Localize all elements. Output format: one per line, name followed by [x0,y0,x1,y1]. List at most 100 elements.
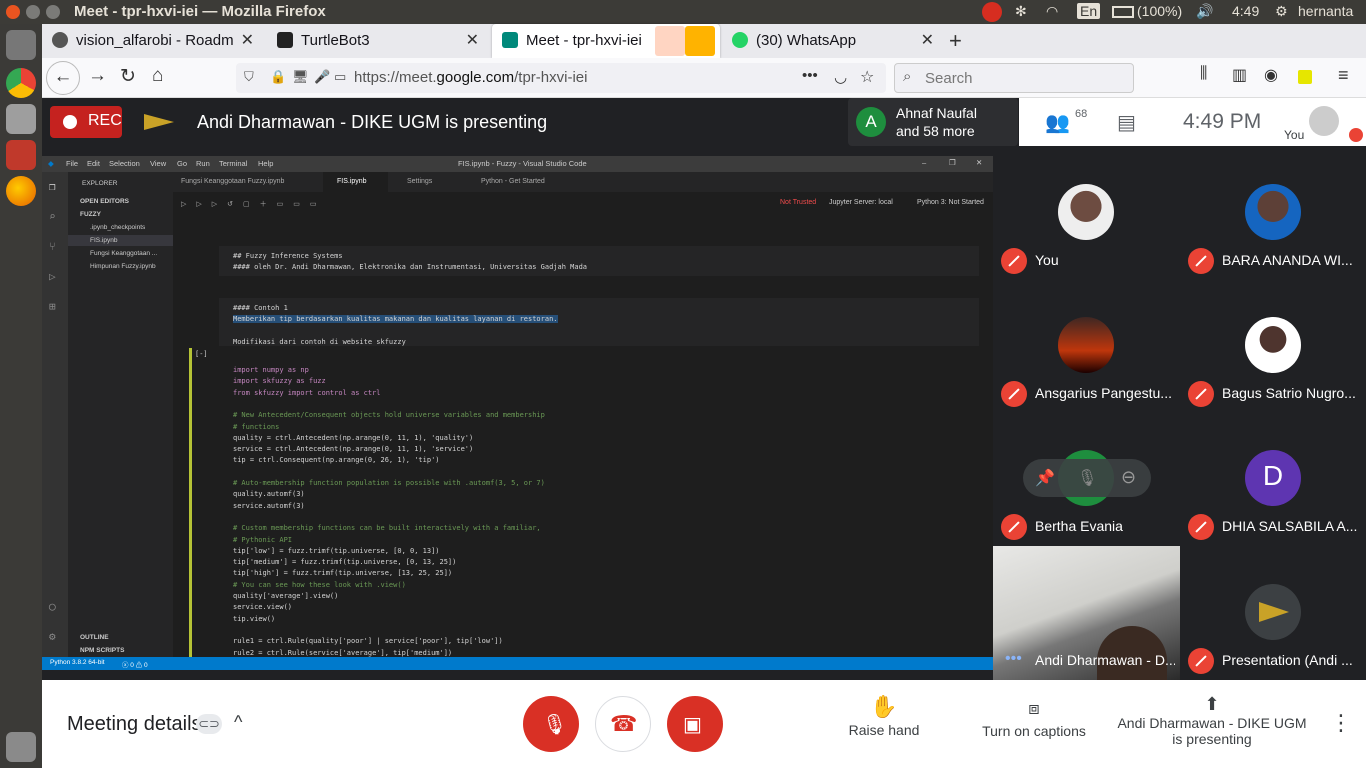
participant-tile[interactable]: Presentation (Andi ... [1180,546,1366,679]
menu-icon[interactable]: ≡ [1338,65,1349,86]
join-notification[interactable]: A Ahnaf Naufal and 58 more [848,98,1018,146]
pocket-icon[interactable]: ◡ [834,68,847,86]
system-icon[interactable] [6,30,36,60]
chevron-up-icon[interactable]: ^ [234,712,242,733]
tab-label: vision_alfarobi - Roadm [76,32,234,49]
gear-icon[interactable]: ⚙ [1275,3,1288,20]
document-viewer-icon[interactable] [6,140,36,170]
present-now-button[interactable]: ⬆ Andi Dharmawan - DIKE UGM is presentin… [1114,694,1310,747]
new-tab-icon[interactable]: + [949,28,962,54]
participant-tile[interactable]: D DHIA SALSABILA A... [1180,412,1366,545]
avatar-initial: D [1245,450,1301,506]
close-tab-icon[interactable]: ✕ [466,30,479,50]
wifi-icon[interactable]: ◠ [1046,3,1058,20]
tab-whatsapp[interactable]: (30) WhatsApp ✕ [722,24,942,58]
md-line: Modifikasi dari contoh di website skfuzz… [233,338,406,346]
vscode-activity-bar: ❐ ⌕ ⑂ ▷ ⊞ ◯ ⚙ [42,172,68,657]
username[interactable]: hernanta [1298,3,1353,19]
presentation-logo-icon [1245,584,1301,640]
firefox-sharing-icon[interactable] [655,26,685,56]
attachment-icon[interactable]: ⊂⊃ [196,714,222,734]
jupyter-server-label: Jupyter Server: local [829,199,893,206]
more-options-icon[interactable]: ⋮ [1330,710,1352,736]
tab-roadmap[interactable]: vision_alfarobi - Roadm ✕ [42,24,262,58]
window-title: Meet - tpr-hxvi-iei — Mozilla Firefox [74,3,326,20]
participant-grid: You BARA ANANDA WI... Ansgarius Pangestu… [993,146,1366,680]
home-icon[interactable]: ⌂ [152,65,163,87]
close-window-button[interactable] [6,5,20,19]
forward-icon[interactable]: → [88,65,107,87]
participant-tile[interactable]: You [993,146,1180,279]
code-line: # functions [233,422,280,431]
page-actions-icon[interactable]: ••• [802,67,818,84]
url-prefix: https://meet. [354,69,437,86]
back-icon[interactable]: ← [46,61,80,95]
participant-count: 68 [1075,108,1088,120]
explorer-heading: EXPLORER [82,180,118,187]
minimize-window-button[interactable] [26,5,40,19]
captions-label: Turn on captions [982,723,1086,739]
microphone-sharing-icon[interactable] [685,26,715,56]
people-icon[interactable]: 👥 [1045,110,1070,135]
files-icon[interactable] [6,104,36,134]
trash-icon[interactable] [6,732,36,762]
avatar [1058,317,1114,373]
reload-icon[interactable]: ↻ [120,65,136,88]
open-editors-heading: OPEN EDITORS [80,198,130,205]
extensions-icon: ⊞ [49,300,56,313]
close-tab-icon[interactable]: ✕ [921,30,934,50]
presentation-area[interactable]: ◆ File Edit Selection View Go Run Termin… [42,146,993,680]
keyboard-layout[interactable]: En [1077,3,1101,19]
permissions-icon[interactable]: 🖥 [292,69,309,85]
url-bar[interactable]: ⛉ 🔒 🖥 🎤 ▭ https://meet.google.com/tpr-hx… [236,63,886,93]
chat-icon[interactable]: ▤ [1117,110,1136,135]
participant-tile[interactable]: 📌 🎙 ⊖ Bertha Evania [993,412,1180,545]
markdown-cell: ## Fuzzy Inference Systems #### oleh Dr.… [219,246,979,276]
microphone-toggle-button[interactable]: 🎙 [523,696,579,752]
lock-icon[interactable]: 🔒 [270,69,286,85]
search-input[interactable]: ⌕ Search [894,63,1134,93]
maximize-window-button[interactable] [46,5,60,19]
leave-call-button[interactable]: ☎ [595,696,651,752]
volume-icon[interactable]: 🔊 [1196,3,1213,20]
presenting-banner: Andi Dharmawan - DIKE UGM is presenting [197,112,548,132]
cell-focus-bar [189,348,192,657]
captions-button[interactable]: ⧈ Turn on captions [974,694,1094,739]
participant-tile[interactable]: BARA ANANDA WI... [1180,146,1366,279]
mute-participant-icon[interactable]: 🎙 [1077,468,1097,488]
more-options-icon[interactable]: ••• [1005,650,1022,668]
vscode-tab: Settings [407,178,433,185]
hang-up-icon: ☎ [610,711,638,736]
participant-tile[interactable]: Ansgarius Pangestu... [993,279,1180,412]
camera-toggle-button[interactable]: ▣ [667,696,723,752]
presenter-video-tile[interactable]: ••• Andi Dharmawan - D... [993,546,1180,680]
clock[interactable]: 4:49 [1232,3,1259,19]
camera-permission-icon[interactable]: ▭ [334,69,346,85]
no-entry-icon[interactable] [982,2,1002,22]
bookmark-star-icon[interactable]: ☆ [860,67,874,87]
account-icon[interactable]: ◉ [1264,65,1278,85]
meeting-details-label[interactable]: Meeting details [67,713,202,736]
participant-tile[interactable]: Bagus Satrio Nugro... [1180,279,1366,412]
library-icon[interactable]: ⫼ [1200,65,1207,83]
firefox-icon[interactable] [6,176,36,206]
microphone-permission-icon[interactable]: 🎤 [314,69,330,85]
chrome-icon[interactable] [6,68,36,98]
remove-participant-icon[interactable]: ⊖ [1121,467,1136,488]
pin-icon[interactable]: 📌 [1035,468,1055,488]
tab-turtlebot[interactable]: TurtleBot3 ✕ [267,24,487,58]
extension-icon[interactable] [1298,70,1312,84]
raise-hand-button[interactable]: ✋ Raise hand [832,694,936,738]
settings-sun-icon[interactable]: ✻ [1015,3,1027,20]
notebook-editor: ## Fuzzy Inference Systems #### oleh Dr.… [173,216,993,657]
battery-icon[interactable] [1112,6,1134,18]
rec-label: REC [88,112,122,129]
sidebar-icon[interactable]: ▥ [1232,65,1247,85]
recording-badge[interactable]: REC [50,106,122,138]
shield-icon[interactable]: ⛉ [244,69,254,85]
self-avatar[interactable] [1309,106,1339,136]
close-tab-icon[interactable]: ✕ [241,30,254,50]
self-view-label: You [1284,128,1305,142]
npm-scripts-heading: NPM SCRIPTS [80,647,125,654]
vscode-statusbar: Python 3.8.2 64-bit ⓧ 0 ⚠ 0 [42,657,993,670]
